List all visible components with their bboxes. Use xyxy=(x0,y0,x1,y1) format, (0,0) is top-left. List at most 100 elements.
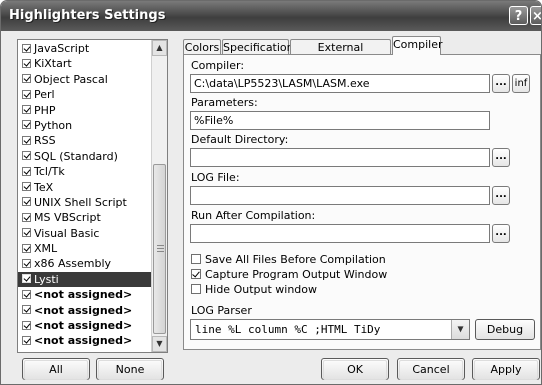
window-title: Highlighters Settings xyxy=(9,8,166,23)
capture-output-label: Capture Program Output Window xyxy=(205,268,388,281)
checkbox-icon[interactable] xyxy=(22,105,31,115)
cancel-button-label: Cancel xyxy=(399,360,463,380)
chevron-down-icon[interactable]: ▼ xyxy=(451,320,469,339)
list-item[interactable]: RSS xyxy=(18,133,151,148)
list-item-label: <not assigned> xyxy=(34,303,133,317)
all-button-label: All xyxy=(24,360,88,380)
log-parser-value: line %L column %C ;HTML TiDy xyxy=(195,323,381,336)
list-item[interactable]: <not assigned> xyxy=(18,287,151,302)
close-button[interactable]: × xyxy=(530,6,541,25)
compiler-info-button[interactable]: inf xyxy=(512,74,530,93)
list-item-label: Tcl/Tk xyxy=(34,165,65,179)
compiler-path-input[interactable]: C:\data\LP5523\LASM\LASM.exe xyxy=(190,74,490,93)
list-item[interactable]: <not assigned> xyxy=(18,333,151,348)
checkbox-icon[interactable] xyxy=(22,320,31,330)
save-all-checkbox[interactable]: Save All Files Before Compilation xyxy=(191,253,386,267)
checkbox-icon[interactable] xyxy=(22,305,31,315)
list-item[interactable]: SQL (Standard) xyxy=(18,149,151,164)
list-item[interactable]: Visual Basic xyxy=(18,226,151,241)
help-button[interactable]: ? xyxy=(509,6,528,25)
checkbox-icon[interactable] xyxy=(22,274,31,284)
list-item-label: MS VBScript xyxy=(34,211,101,225)
tab-specification[interactable]: Specification xyxy=(222,39,294,55)
checkbox-icon[interactable] xyxy=(191,284,201,294)
scroll-down-arrow-icon[interactable]: ▼ xyxy=(152,336,167,352)
list-item[interactable]: Python xyxy=(18,118,151,133)
list-item[interactable]: MS VBScript xyxy=(18,210,151,225)
list-item-label: x86 Assembly xyxy=(34,257,112,271)
default-directory-input[interactable] xyxy=(190,148,490,167)
checkbox-icon[interactable] xyxy=(22,258,31,268)
list-item[interactable]: Tcl/Tk xyxy=(18,164,151,179)
checkbox-icon[interactable] xyxy=(22,182,31,192)
checkbox-icon[interactable] xyxy=(22,89,31,99)
list-item-label: RSS xyxy=(34,134,56,148)
log-file-input[interactable] xyxy=(190,186,490,205)
checkbox-icon[interactable] xyxy=(22,74,31,84)
checkbox-icon[interactable] xyxy=(22,43,31,53)
list-item[interactable]: <not assigned> xyxy=(18,318,151,333)
tab-external-applications[interactable]: External applications xyxy=(290,39,391,69)
run-after-browse-button[interactable]: ... xyxy=(492,224,510,243)
default-directory-browse-button[interactable]: ... xyxy=(492,148,510,167)
list-item[interactable]: Perl xyxy=(18,87,151,102)
checkbox-icon[interactable] xyxy=(22,212,31,222)
ok-button[interactable]: OK xyxy=(321,358,389,380)
checkbox-icon[interactable] xyxy=(191,269,201,279)
list-item[interactable]: TeX xyxy=(18,180,151,195)
checkbox-icon[interactable] xyxy=(22,243,31,253)
log-parser-combobox[interactable]: line %L column %C ;HTML TiDy ▼ xyxy=(190,319,470,340)
tab-colors[interactable]: Colors xyxy=(183,39,221,55)
compiler-browse-button[interactable]: ... xyxy=(492,74,510,93)
list-item-label: Object Pascal xyxy=(34,72,108,86)
tab-compiler[interactable]: Compiler xyxy=(392,36,443,55)
list-item[interactable]: x86 Assembly xyxy=(18,256,151,271)
checkbox-icon[interactable] xyxy=(22,228,31,238)
list-item-label: Visual Basic xyxy=(34,226,100,240)
hide-output-label: Hide Output window xyxy=(205,283,318,296)
language-list-scrollbar[interactable]: ▲ ▼ xyxy=(151,40,167,352)
list-item[interactable]: <not assigned> xyxy=(18,303,151,318)
list-item-label: Perl xyxy=(34,88,55,102)
log-parser-label: LOG Parser xyxy=(191,304,252,317)
list-item[interactable]: XML xyxy=(18,241,151,256)
debug-button[interactable]: Debug xyxy=(475,319,535,340)
list-item-label: Lysti xyxy=(34,272,59,286)
checkbox-icon[interactable] xyxy=(22,166,31,176)
checkbox-icon[interactable] xyxy=(22,135,31,145)
apply-button[interactable]: Apply xyxy=(472,358,540,380)
title-bar[interactable]: Highlighters Settings ? × xyxy=(1,1,541,31)
checkbox-icon[interactable] xyxy=(22,151,31,161)
cancel-button[interactable]: Cancel xyxy=(397,358,465,380)
list-item[interactable]: Lysti xyxy=(18,271,151,288)
default-directory-label: Default Directory: xyxy=(191,133,289,146)
list-item[interactable]: JavaScript xyxy=(18,41,151,56)
checkbox-icon[interactable] xyxy=(22,120,31,130)
list-item[interactable]: Object Pascal xyxy=(18,72,151,87)
language-list[interactable]: JavaScript KiXtart Object Pascal Perl PHP Pyt… xyxy=(17,39,168,353)
run-after-input[interactable] xyxy=(190,224,490,243)
compiler-label: Compiler: xyxy=(191,59,245,72)
checkbox-icon[interactable] xyxy=(191,254,201,264)
scroll-up-arrow-icon[interactable]: ▲ xyxy=(152,40,167,56)
capture-output-checkbox[interactable]: Capture Program Output Window xyxy=(191,268,387,282)
checkbox-icon[interactable] xyxy=(22,197,31,207)
checkbox-icon[interactable] xyxy=(22,335,31,345)
log-file-browse-button[interactable]: ... xyxy=(492,186,510,205)
list-item-label: TeX xyxy=(34,180,54,194)
list-item-label: PHP xyxy=(34,103,56,117)
list-item[interactable]: PHP xyxy=(18,103,151,118)
list-item-label: <not assigned> xyxy=(34,319,133,333)
scrollbar-thumb[interactable] xyxy=(153,164,166,334)
list-item[interactable]: UNIX Shell Script xyxy=(18,195,151,210)
all-button[interactable]: All xyxy=(22,358,90,380)
apply-button-label: Apply xyxy=(474,360,538,380)
none-button[interactable]: None xyxy=(96,358,164,380)
run-after-label: Run After Compilation: xyxy=(191,209,316,222)
checkbox-icon[interactable] xyxy=(22,58,31,68)
parameters-input[interactable]: %File% xyxy=(190,111,490,130)
checkbox-icon[interactable] xyxy=(22,289,31,299)
hide-output-checkbox[interactable]: Hide Output window xyxy=(191,283,317,297)
log-file-label: LOG File: xyxy=(191,171,240,184)
list-item[interactable]: KiXtart xyxy=(18,56,151,71)
